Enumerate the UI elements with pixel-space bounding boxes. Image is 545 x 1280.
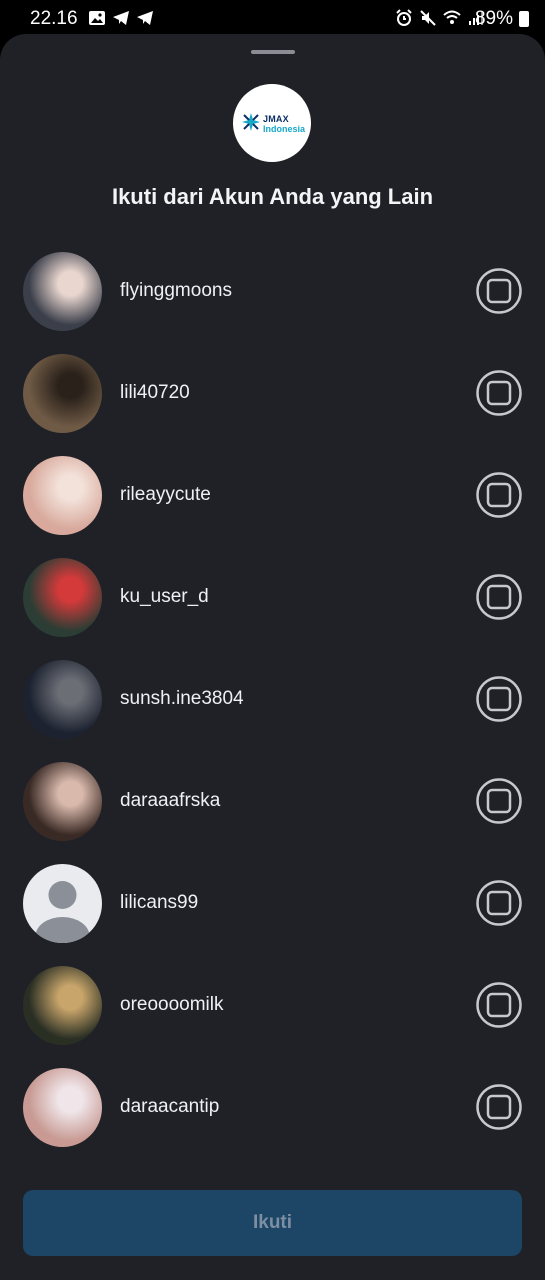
- account-username: ku_user_d: [120, 586, 209, 607]
- mute-icon: [420, 10, 436, 26]
- status-bar: 22.16 89%: [0, 0, 545, 38]
- checkbox-icon: [476, 676, 522, 722]
- account-username: lilicans99: [120, 892, 199, 913]
- avatar: [23, 1068, 102, 1147]
- account-row[interactable]: sunsh.ine3804: [0, 660, 545, 762]
- drag-handle[interactable]: [251, 50, 295, 54]
- account-username: daraacantip: [120, 1096, 220, 1117]
- account-username: rileayycute: [120, 484, 211, 505]
- sheet-title: Ikuti dari Akun Anda yang Lain: [111, 184, 434, 209]
- select-checkbox[interactable]: [476, 574, 522, 620]
- logo-text-jmax: JMAX: [263, 114, 289, 124]
- status-time: 22.16: [30, 8, 78, 29]
- account-username: daraaafrska: [120, 790, 221, 811]
- checkbox-icon: [476, 574, 522, 620]
- avatar: [23, 660, 102, 739]
- account-row[interactable]: lilicans99: [0, 864, 545, 966]
- bottom-sheet: JMAX Indonesia Ikuti dari Akun Anda yang…: [0, 34, 545, 1280]
- account-row[interactable]: oreoooomilk: [0, 966, 545, 1068]
- select-checkbox[interactable]: [476, 880, 522, 926]
- telegram-icon: [137, 11, 153, 25]
- alarm-icon: [396, 9, 412, 26]
- image-icon: [89, 11, 105, 25]
- select-checkbox[interactable]: [476, 268, 522, 314]
- avatar: [23, 558, 102, 637]
- account-row[interactable]: rileayycute: [0, 456, 545, 558]
- select-checkbox[interactable]: [476, 778, 522, 824]
- account-row[interactable]: daraaafrska: [0, 762, 545, 864]
- account-row[interactable]: ku_user_d: [0, 558, 545, 660]
- avatar: [23, 354, 102, 433]
- logo-text-indonesia: Indonesia: [263, 124, 306, 134]
- account-row[interactable]: daraacantip: [0, 1068, 545, 1170]
- avatar: [23, 966, 102, 1045]
- follow-button[interactable]: Ikuti: [23, 1190, 522, 1256]
- telegram-icon: [113, 11, 129, 25]
- checkbox-icon: [476, 778, 522, 824]
- select-checkbox[interactable]: [476, 472, 522, 518]
- avatar: [23, 864, 102, 943]
- account-username: sunsh.ine3804: [120, 688, 244, 709]
- account-row[interactable]: flyinggmoons: [0, 252, 545, 354]
- checkbox-icon: [476, 1084, 522, 1130]
- account-username: oreoooomilk: [120, 994, 224, 1015]
- account-row[interactable]: lili40720: [0, 354, 545, 456]
- checkbox-icon: [476, 472, 522, 518]
- avatar: [23, 762, 102, 841]
- account-username: lili40720: [120, 382, 190, 403]
- checkbox-icon: [476, 268, 522, 314]
- avatar: [23, 456, 102, 535]
- checkbox-icon: [476, 880, 522, 926]
- checkbox-icon: [476, 370, 522, 416]
- select-checkbox[interactable]: [476, 1084, 522, 1130]
- battery-percent: 89%: [474, 8, 513, 29]
- default-avatar-icon: [35, 881, 90, 943]
- jmax-logo-mark-icon: [242, 113, 260, 131]
- select-checkbox[interactable]: [476, 370, 522, 416]
- select-checkbox[interactable]: [476, 982, 522, 1028]
- battery-icon: [519, 11, 529, 27]
- avatar: [23, 252, 102, 331]
- jmax-logo: JMAX Indonesia: [233, 84, 311, 162]
- wifi-icon: [443, 10, 461, 24]
- account-username: flyinggmoons: [120, 280, 232, 301]
- select-checkbox[interactable]: [476, 676, 522, 722]
- checkbox-icon: [476, 982, 522, 1028]
